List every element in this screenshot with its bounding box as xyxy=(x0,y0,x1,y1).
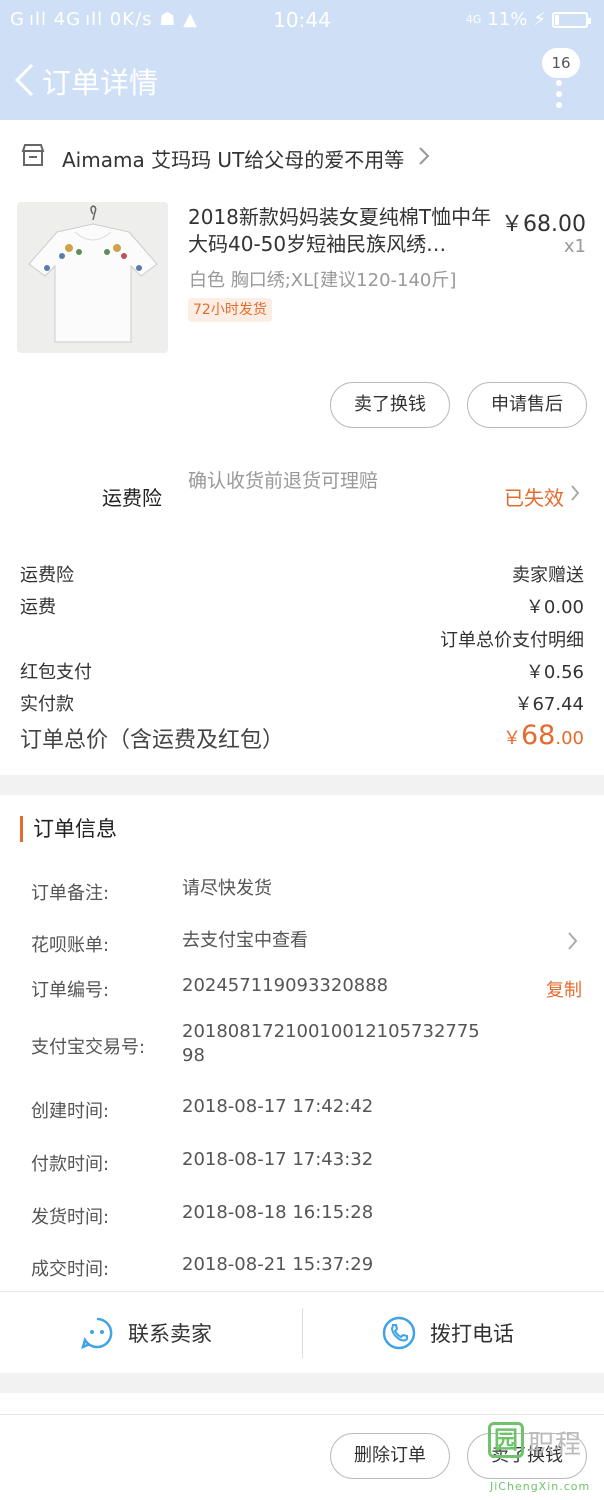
order-total-value: ￥68.00 xyxy=(503,720,584,751)
sell-for-cash-button[interactable]: 卖了换钱 xyxy=(330,382,450,428)
info-value: 20180817210010012105732775 98 xyxy=(182,1020,502,1068)
apply-after-sale-button[interactable]: 申请售后 xyxy=(467,382,587,428)
more-menu-button[interactable]: 16 xyxy=(524,48,584,118)
insurance-status: 已失效 xyxy=(504,486,564,510)
section-separator xyxy=(0,775,604,795)
currency-symbol: ￥ xyxy=(503,728,521,749)
sell-for-cash-button[interactable]: 卖了换钱 xyxy=(467,1433,587,1479)
message-count-badge: 16 xyxy=(542,48,580,78)
page-title: 订单详情 xyxy=(42,66,159,100)
info-value: 2018-08-18 16:15:28 xyxy=(182,1202,374,1223)
payment-label: 红包支付 xyxy=(20,662,92,683)
info-value: 请尽快发货 xyxy=(182,878,272,899)
status-bar: G ıll 4G ıll 0K/s ☗ ▲ 10:44 4G 11% ⚡ xyxy=(0,0,604,40)
info-label: 订单备注: xyxy=(31,883,110,904)
contact-seller-label: 联系卖家 xyxy=(128,1322,212,1346)
trade-number-line: 98 xyxy=(182,1045,205,1066)
battery-icon xyxy=(552,11,591,28)
order-total-label: 订单总价（含运费及红包） xyxy=(20,728,285,753)
info-value: 2018-08-21 15:37:29 xyxy=(182,1254,374,1275)
fee-label: 运费险 xyxy=(20,565,74,586)
battery-percent: 11% xyxy=(487,9,528,30)
huabei-bill-link[interactable]: 去支付宝中查看 xyxy=(182,929,308,953)
contact-seller-button[interactable]: 联系卖家 xyxy=(80,1292,212,1374)
fee-label: 运费 xyxy=(20,597,56,618)
chevron-right-icon xyxy=(568,932,578,950)
fee-value: ￥0.00 xyxy=(525,597,584,618)
call-phone-button[interactable]: 拨打电话 xyxy=(382,1292,514,1374)
shop-name: Aimama 艾玛玛 UT给父母的爱不用等 xyxy=(62,148,405,172)
shop-row[interactable]: Aimama 艾玛玛 UT给父母的爱不用等 xyxy=(0,120,604,192)
info-label: 付款时间: xyxy=(31,1154,110,1175)
payment-value: ￥0.56 xyxy=(525,662,584,683)
chat-face-icon xyxy=(81,1317,113,1350)
shipping-insurance-row[interactable]: 运费险 确认收货前退货可理赔 已失效 xyxy=(0,460,604,530)
info-value: 202457119093320888 xyxy=(182,975,389,996)
info-label: 成交时间: xyxy=(31,1259,110,1280)
product-quantity: x1 xyxy=(563,236,586,257)
nav-bar: 订单详情 16 xyxy=(0,40,604,120)
info-label: 支付宝交易号: xyxy=(31,1037,146,1058)
info-value: 2018-08-17 17:43:32 xyxy=(182,1149,374,1170)
info-label: 花呗账单: xyxy=(31,935,110,956)
product-price: ￥68.00 xyxy=(501,212,586,237)
total-decimal: .00 xyxy=(555,728,584,749)
product-image[interactable] xyxy=(17,202,168,353)
payment-detail-link[interactable]: 订单总价支付明细 xyxy=(440,626,584,652)
delete-order-button[interactable]: 删除订单 xyxy=(330,1433,450,1479)
more-dots-icon xyxy=(556,80,562,113)
info-label: 发货时间: xyxy=(31,1207,110,1228)
divider xyxy=(302,1308,303,1358)
insurance-description: 确认收货前退货可理赔 xyxy=(188,470,379,492)
back-arrow-icon[interactable] xyxy=(12,62,36,98)
section-separator xyxy=(0,1373,604,1393)
battery-status: 4G 11% ⚡ xyxy=(465,9,591,30)
order-info-title: 订单信息 xyxy=(20,816,117,842)
network-label: 4G xyxy=(465,13,482,26)
call-phone-label: 拨打电话 xyxy=(430,1322,514,1346)
info-label: 订单编号: xyxy=(31,980,110,1001)
copy-button[interactable]: 复制 xyxy=(546,976,582,1002)
insurance-label: 运费险 xyxy=(102,486,162,510)
fee-value: 卖家赠送 xyxy=(512,565,584,586)
product-title[interactable]: 2018新款妈妈装女夏纯棉T恤中年大码40-50岁短袖民族风绣… xyxy=(188,204,492,258)
info-label: 创建时间: xyxy=(31,1101,110,1122)
product-spec: 白色 胸口绣;XL[建议120-140斤] xyxy=(189,270,457,291)
shipping-tag: 72小时发货 xyxy=(188,298,272,322)
payment-label: 实付款 xyxy=(20,694,74,715)
trade-number-line: 20180817210010012105732775 xyxy=(182,1021,480,1042)
payment-value: ￥67.44 xyxy=(514,694,584,715)
phone-icon xyxy=(382,1316,416,1350)
contact-bar: 联系卖家 拨打电话 xyxy=(0,1291,604,1373)
store-icon xyxy=(21,144,45,166)
chevron-right-icon xyxy=(571,485,580,501)
chevron-right-icon xyxy=(419,147,430,165)
info-value: 2018-08-17 17:42:42 xyxy=(182,1096,374,1117)
charging-icon: ⚡ xyxy=(533,9,546,30)
total-integer: 68 xyxy=(521,720,556,751)
